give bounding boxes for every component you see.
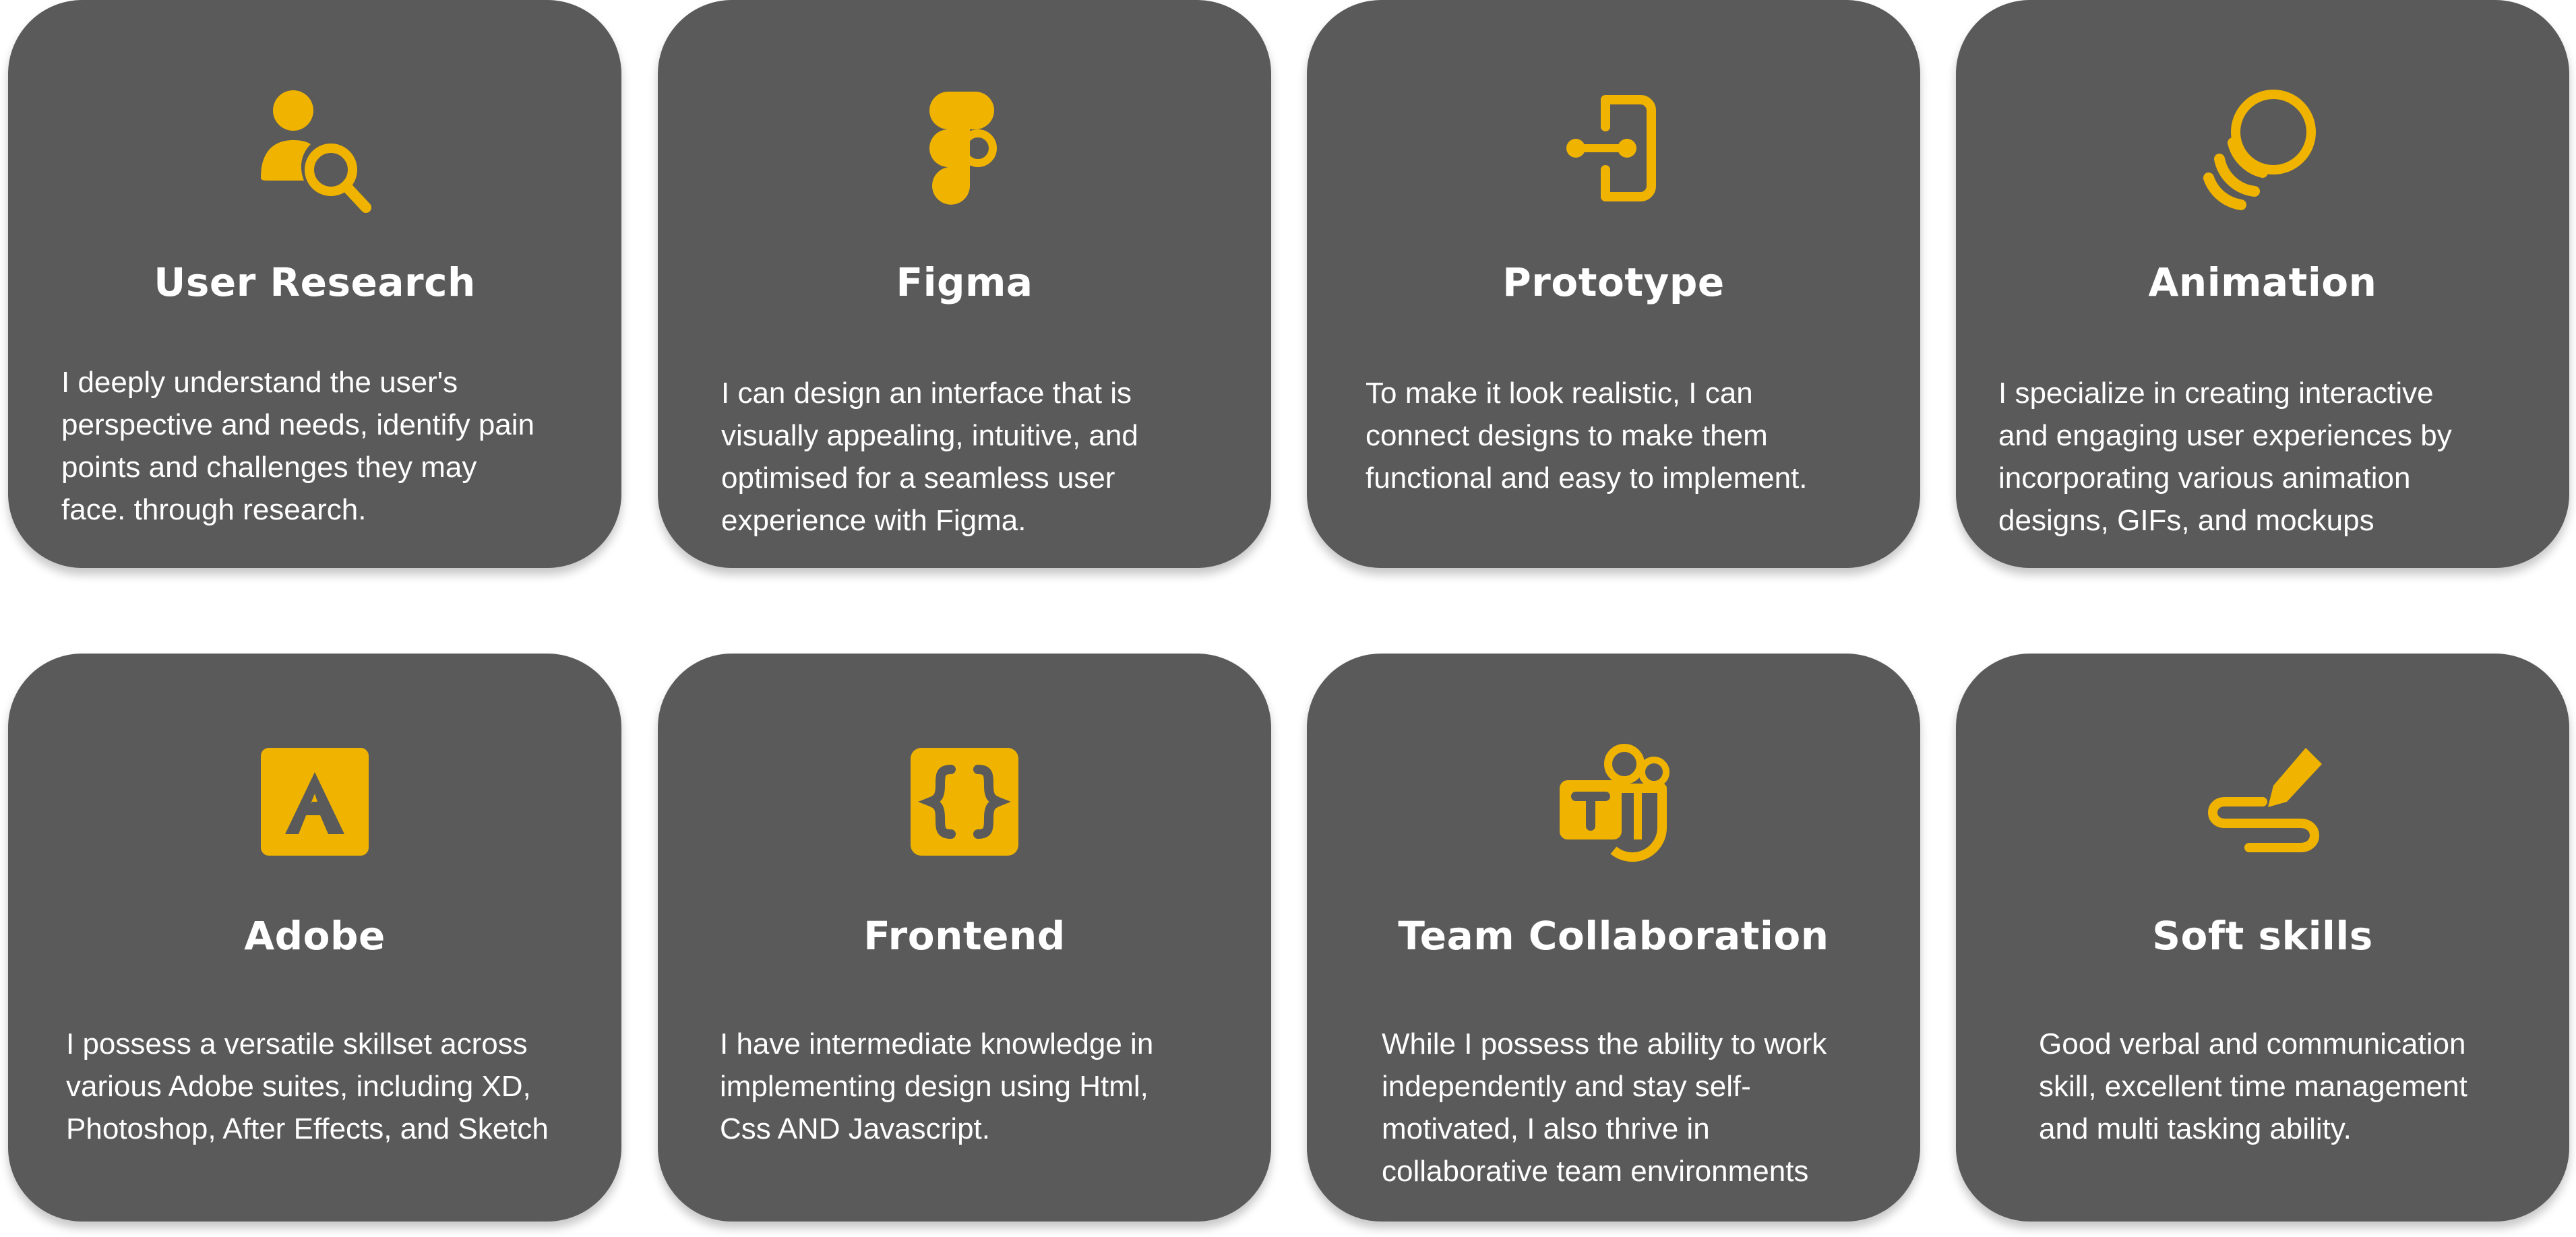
card-description: To make it look realistic, I can connect… — [1366, 377, 1808, 495]
card-title: Soft skills — [2152, 913, 2373, 959]
skill-card-team-collaboration: Team Collaboration While I possess the a… — [1307, 654, 1920, 1222]
skill-card-adobe: Adobe I possess a versatile skillset acr… — [8, 654, 621, 1222]
card-title: Animation — [2148, 259, 2377, 305]
card-description: While I possess the ability to work inde… — [1382, 1027, 1827, 1188]
figma-icon — [897, 81, 1032, 216]
card-description: Good verbal and communication skill, exc… — [2039, 1027, 2467, 1145]
code-braces-icon — [897, 734, 1032, 869]
user-research-icon — [247, 81, 382, 216]
skill-card-user-research: User Research I deeply understand the us… — [8, 0, 621, 568]
skill-card-prototype: Prototype To make it look realistic, I c… — [1307, 0, 1920, 568]
card-description: I specialize in creating interactive and… — [1998, 377, 2452, 537]
skill-card-animation: Animation I specialize in creating inter… — [1956, 0, 2569, 568]
card-title: Frontend — [863, 913, 1066, 959]
card-title: Adobe — [244, 913, 386, 959]
animation-icon — [2195, 81, 2330, 216]
skill-card-figma: Figma I can design an interface that is … — [658, 0, 1271, 568]
card-title: Figma — [896, 259, 1033, 305]
prototype-icon — [1546, 81, 1681, 216]
card-title: Team Collaboration — [1398, 913, 1829, 959]
signature-pen-icon — [2195, 734, 2330, 869]
adobe-icon — [247, 734, 382, 869]
card-description: I deeply understand the user's perspecti… — [61, 366, 535, 526]
skill-card-frontend: Frontend I have intermediate knowledge i… — [658, 654, 1271, 1222]
card-description: I possess a versatile skillset across va… — [66, 1027, 549, 1145]
card-title: Prototype — [1502, 259, 1725, 305]
card-title: User Research — [154, 259, 476, 305]
card-description: I have intermediate knowledge in impleme… — [720, 1027, 1154, 1145]
skill-card-soft-skills: Soft skills Good verbal and communicatio… — [1956, 654, 2569, 1222]
teams-icon — [1546, 734, 1681, 869]
card-description: I can design an interface that is visual… — [721, 377, 1138, 537]
